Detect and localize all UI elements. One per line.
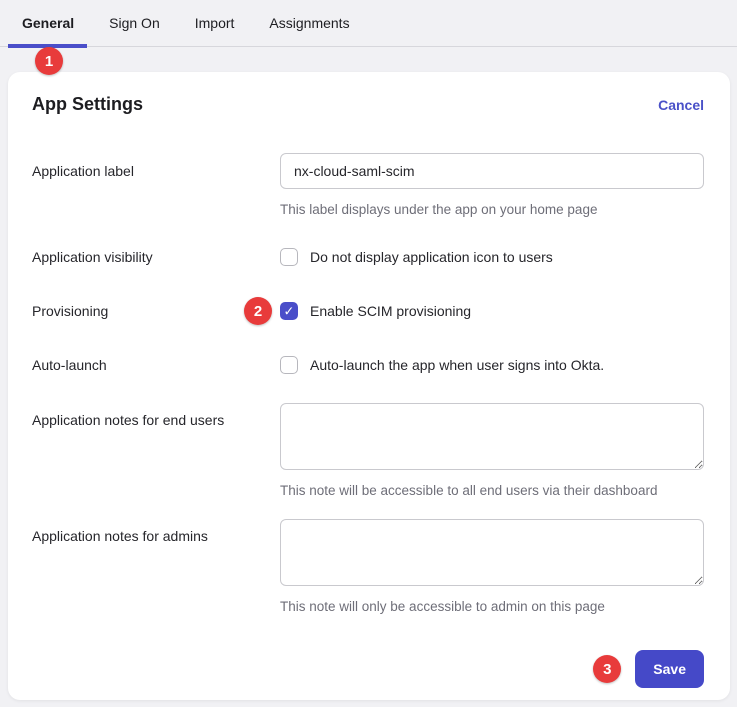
tab-bar: General Sign On Import Assignments — [0, 0, 737, 47]
cancel-button[interactable]: Cancel — [658, 97, 704, 113]
app-settings-screen: General Sign On Import Assignments 1 App… — [0, 0, 737, 707]
provisioning-checkbox-label: Enable SCIM provisioning — [310, 302, 471, 320]
row-application-visibility: Application visibility ✓ Do not display … — [32, 248, 704, 266]
tab-sign-on[interactable]: Sign On — [109, 0, 160, 46]
notes-end-users-help: This note will be accessible to all end … — [280, 482, 704, 499]
panel-header: App Settings Cancel — [32, 94, 704, 115]
application-visibility-checkbox[interactable]: ✓ — [280, 248, 298, 266]
save-button[interactable]: Save — [635, 650, 704, 688]
application-visibility-checkbox-row[interactable]: ✓ Do not display application icon to use… — [280, 248, 704, 266]
save-row: 3 Save — [32, 650, 704, 688]
notes-end-users-label: Application notes for end users — [32, 403, 280, 429]
auto-launch-checkbox-label: Auto-launch the app when user signs into… — [310, 356, 604, 374]
notes-admins-label: Application notes for admins — [32, 519, 280, 545]
application-label-label: Application label — [32, 153, 280, 180]
application-visibility-checkbox-label: Do not display application icon to users — [310, 248, 553, 266]
auto-launch-checkbox[interactable]: ✓ — [280, 356, 298, 374]
notes-admins-help: This note will only be accessible to adm… — [280, 598, 704, 615]
provisioning-label: Provisioning — [32, 302, 280, 320]
provisioning-checkbox-row[interactable]: ✓ Enable SCIM provisioning — [280, 302, 704, 320]
tab-assignments[interactable]: Assignments — [269, 0, 349, 46]
notes-admins-textarea[interactable] — [280, 519, 704, 586]
row-notes-admins: Application notes for admins This note w… — [32, 519, 704, 615]
app-settings-panel: App Settings Cancel Application label Th… — [8, 72, 730, 700]
row-notes-end-users: Application notes for end users This not… — [32, 403, 704, 499]
step-badge-2: 2 — [244, 297, 272, 325]
notes-end-users-textarea[interactable] — [280, 403, 704, 470]
application-label-input[interactable] — [280, 153, 704, 189]
page-title: App Settings — [32, 94, 143, 115]
check-icon: ✓ — [284, 304, 295, 317]
row-auto-launch: Auto-launch ✓ Auto-launch the app when u… — [32, 356, 704, 374]
auto-launch-checkbox-row[interactable]: ✓ Auto-launch the app when user signs in… — [280, 356, 704, 374]
row-provisioning: Provisioning 2 ✓ Enable SCIM provisionin… — [32, 302, 704, 320]
tab-import[interactable]: Import — [195, 0, 235, 46]
auto-launch-label: Auto-launch — [32, 356, 280, 374]
application-visibility-label: Application visibility — [32, 248, 280, 266]
provisioning-checkbox[interactable]: ✓ — [280, 302, 298, 320]
row-application-label: Application label This label displays un… — [32, 153, 704, 218]
tab-general[interactable]: General — [22, 0, 74, 46]
step-badge-3: 3 — [593, 655, 621, 683]
step-badge-1: 1 — [35, 47, 63, 75]
application-label-help: This label displays under the app on you… — [280, 201, 704, 218]
